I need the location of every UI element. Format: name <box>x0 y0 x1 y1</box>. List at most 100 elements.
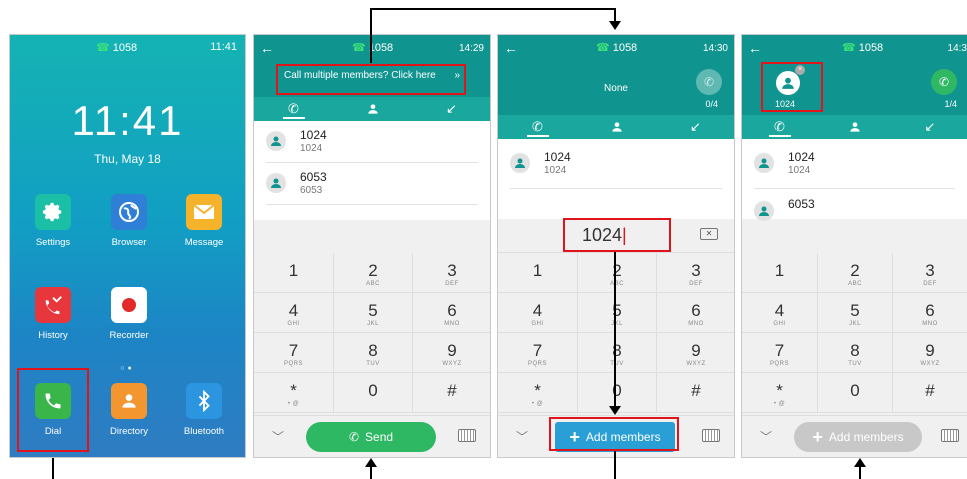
key-8[interactable]: 8 TUV <box>578 333 657 373</box>
app-label: Recorder <box>109 330 149 341</box>
key-digit: 5 <box>368 301 378 320</box>
record-icon <box>111 287 147 323</box>
arrow-down-icon <box>609 406 621 415</box>
chevron-down-icon[interactable]: ﹀ <box>760 428 772 445</box>
chevron-down-icon[interactable]: ﹀ <box>516 428 528 445</box>
key-4[interactable]: 4 GHI <box>498 293 578 333</box>
app-directory[interactable]: Directory <box>99 383 159 437</box>
contact-number: 6053 <box>300 185 323 196</box>
key-7[interactable]: 7 PQRS <box>254 333 334 373</box>
bluetooth-icon <box>186 383 222 419</box>
tab-contacts[interactable] <box>333 97 412 121</box>
keyboard-icon[interactable] <box>941 429 959 442</box>
key-5[interactable]: 5 JKL <box>334 293 413 333</box>
key-0[interactable]: 0 <box>334 373 413 413</box>
phone-icon: ✆ <box>703 75 715 89</box>
app-recorder[interactable]: Recorder <box>99 287 159 341</box>
call-history-icon: ↙ <box>446 101 457 116</box>
app-label: Message <box>184 237 224 248</box>
key-1[interactable]: 1 <box>742 253 818 293</box>
list-item[interactable]: 1024 1024 <box>510 139 722 189</box>
tab-calls[interactable]: ✆ <box>254 97 333 121</box>
call-button[interactable]: ✆ <box>931 69 957 95</box>
key-9[interactable]: 9 WXYZ <box>657 333 734 373</box>
member-count: 0/4 <box>705 99 718 109</box>
key-9[interactable]: 9 WXYZ <box>413 333 490 373</box>
tab-calls[interactable]: ✆ <box>742 115 817 139</box>
tab-history[interactable]: ↙ <box>892 115 967 139</box>
app-settings[interactable]: Settings <box>23 194 83 248</box>
app-label: History <box>38 330 68 341</box>
key-9[interactable]: 9 WXYZ <box>893 333 967 373</box>
send-button[interactable]: ✆ Send <box>306 422 436 452</box>
list-item[interactable]: 1024 1024 <box>266 121 478 163</box>
key-3[interactable]: 3 DEF <box>657 253 734 293</box>
key-letters: WXYZ <box>920 361 940 367</box>
key-8[interactable]: 8 TUV <box>818 333 893 373</box>
key-digit: * <box>534 381 541 400</box>
back-arrow-icon[interactable]: ← <box>260 40 274 56</box>
app-message[interactable]: Message <box>174 194 234 248</box>
key-digit: 0 <box>612 381 622 400</box>
add-members-button[interactable]: + Add members <box>794 422 922 452</box>
tab-calls[interactable]: ✆ <box>498 115 577 139</box>
backspace-icon[interactable]: ✕ <box>700 228 718 240</box>
key-star[interactable]: * • @ <box>498 373 578 413</box>
key-6[interactable]: 6 MNO <box>893 293 967 333</box>
list-item[interactable]: 6053 6053 <box>266 163 478 205</box>
tab-history[interactable]: ↙ <box>656 115 734 139</box>
key-digit: 7 <box>532 341 543 360</box>
key-8[interactable]: 8 TUV <box>334 333 413 373</box>
key-4[interactable]: 4 GHI <box>742 293 818 333</box>
key-4[interactable]: 4 GHI <box>254 293 334 333</box>
key-letters: WXYZ <box>686 361 706 367</box>
tab-contacts[interactable] <box>577 115 656 139</box>
key-hash[interactable]: # <box>893 373 967 413</box>
contact-list: 1024 1024 6053 6053 <box>254 121 490 220</box>
back-arrow-icon[interactable]: ← <box>748 40 762 56</box>
app-bluetooth[interactable]: Bluetooth <box>174 383 234 437</box>
back-arrow-icon[interactable]: ← <box>504 40 518 56</box>
key-7[interactable]: 7 PQRS <box>498 333 578 373</box>
keyboard-icon[interactable] <box>458 429 476 442</box>
key-7[interactable]: 7 PQRS <box>742 333 818 373</box>
connector-line <box>614 252 616 406</box>
key-digit: * <box>290 381 297 400</box>
key-1[interactable]: 1 <box>254 253 334 293</box>
key-digit: 5 <box>612 301 622 320</box>
key-star[interactable]: * • @ <box>742 373 818 413</box>
contact-icon <box>266 131 286 151</box>
key-6[interactable]: 6 MNO <box>657 293 734 333</box>
app-history[interactable]: History <box>23 287 83 341</box>
key-1[interactable]: 1 <box>498 253 578 293</box>
app-browser[interactable]: Browser <box>99 194 159 248</box>
tab-bar: ✆ ↙ <box>742 115 967 139</box>
key-0[interactable]: 0 <box>818 373 893 413</box>
key-3[interactable]: 3 DEF <box>413 253 490 293</box>
key-2[interactable]: 2 ABC <box>334 253 413 293</box>
key-hash[interactable]: # <box>657 373 734 413</box>
key-6[interactable]: 6 MNO <box>413 293 490 333</box>
key-letters: GHI <box>287 321 300 327</box>
tab-history[interactable]: ↙ <box>412 97 490 121</box>
contact-icon <box>111 383 147 419</box>
key-5[interactable]: 5 JKL <box>818 293 893 333</box>
list-item[interactable]: 1024 1024 <box>754 139 955 189</box>
chevron-down-icon[interactable]: ﹀ <box>272 428 284 445</box>
call-button[interactable]: ✆ <box>696 69 722 95</box>
key-3[interactable]: 3 DEF <box>893 253 967 293</box>
key-5[interactable]: 5 JKL <box>578 293 657 333</box>
line-status: ☎ 1058 <box>596 41 637 55</box>
line-status: ☎ 1058 <box>842 41 883 55</box>
list-item[interactable]: 6053 <box>754 189 955 221</box>
keyboard-icon[interactable] <box>702 429 720 442</box>
key-2[interactable]: 2 ABC <box>818 253 893 293</box>
key-digit: 4 <box>532 301 543 320</box>
tab-contacts[interactable] <box>817 115 892 139</box>
key-hash[interactable]: # <box>413 373 490 413</box>
phone-screen-dialer: ← ☎ 1058 14:29 Call multiple members? Cl… <box>253 34 491 458</box>
key-digit: 8 <box>850 341 860 360</box>
key-star[interactable]: * • @ <box>254 373 334 413</box>
arrow-up-icon <box>854 458 866 467</box>
key-2[interactable]: 2 ABC <box>578 253 657 293</box>
